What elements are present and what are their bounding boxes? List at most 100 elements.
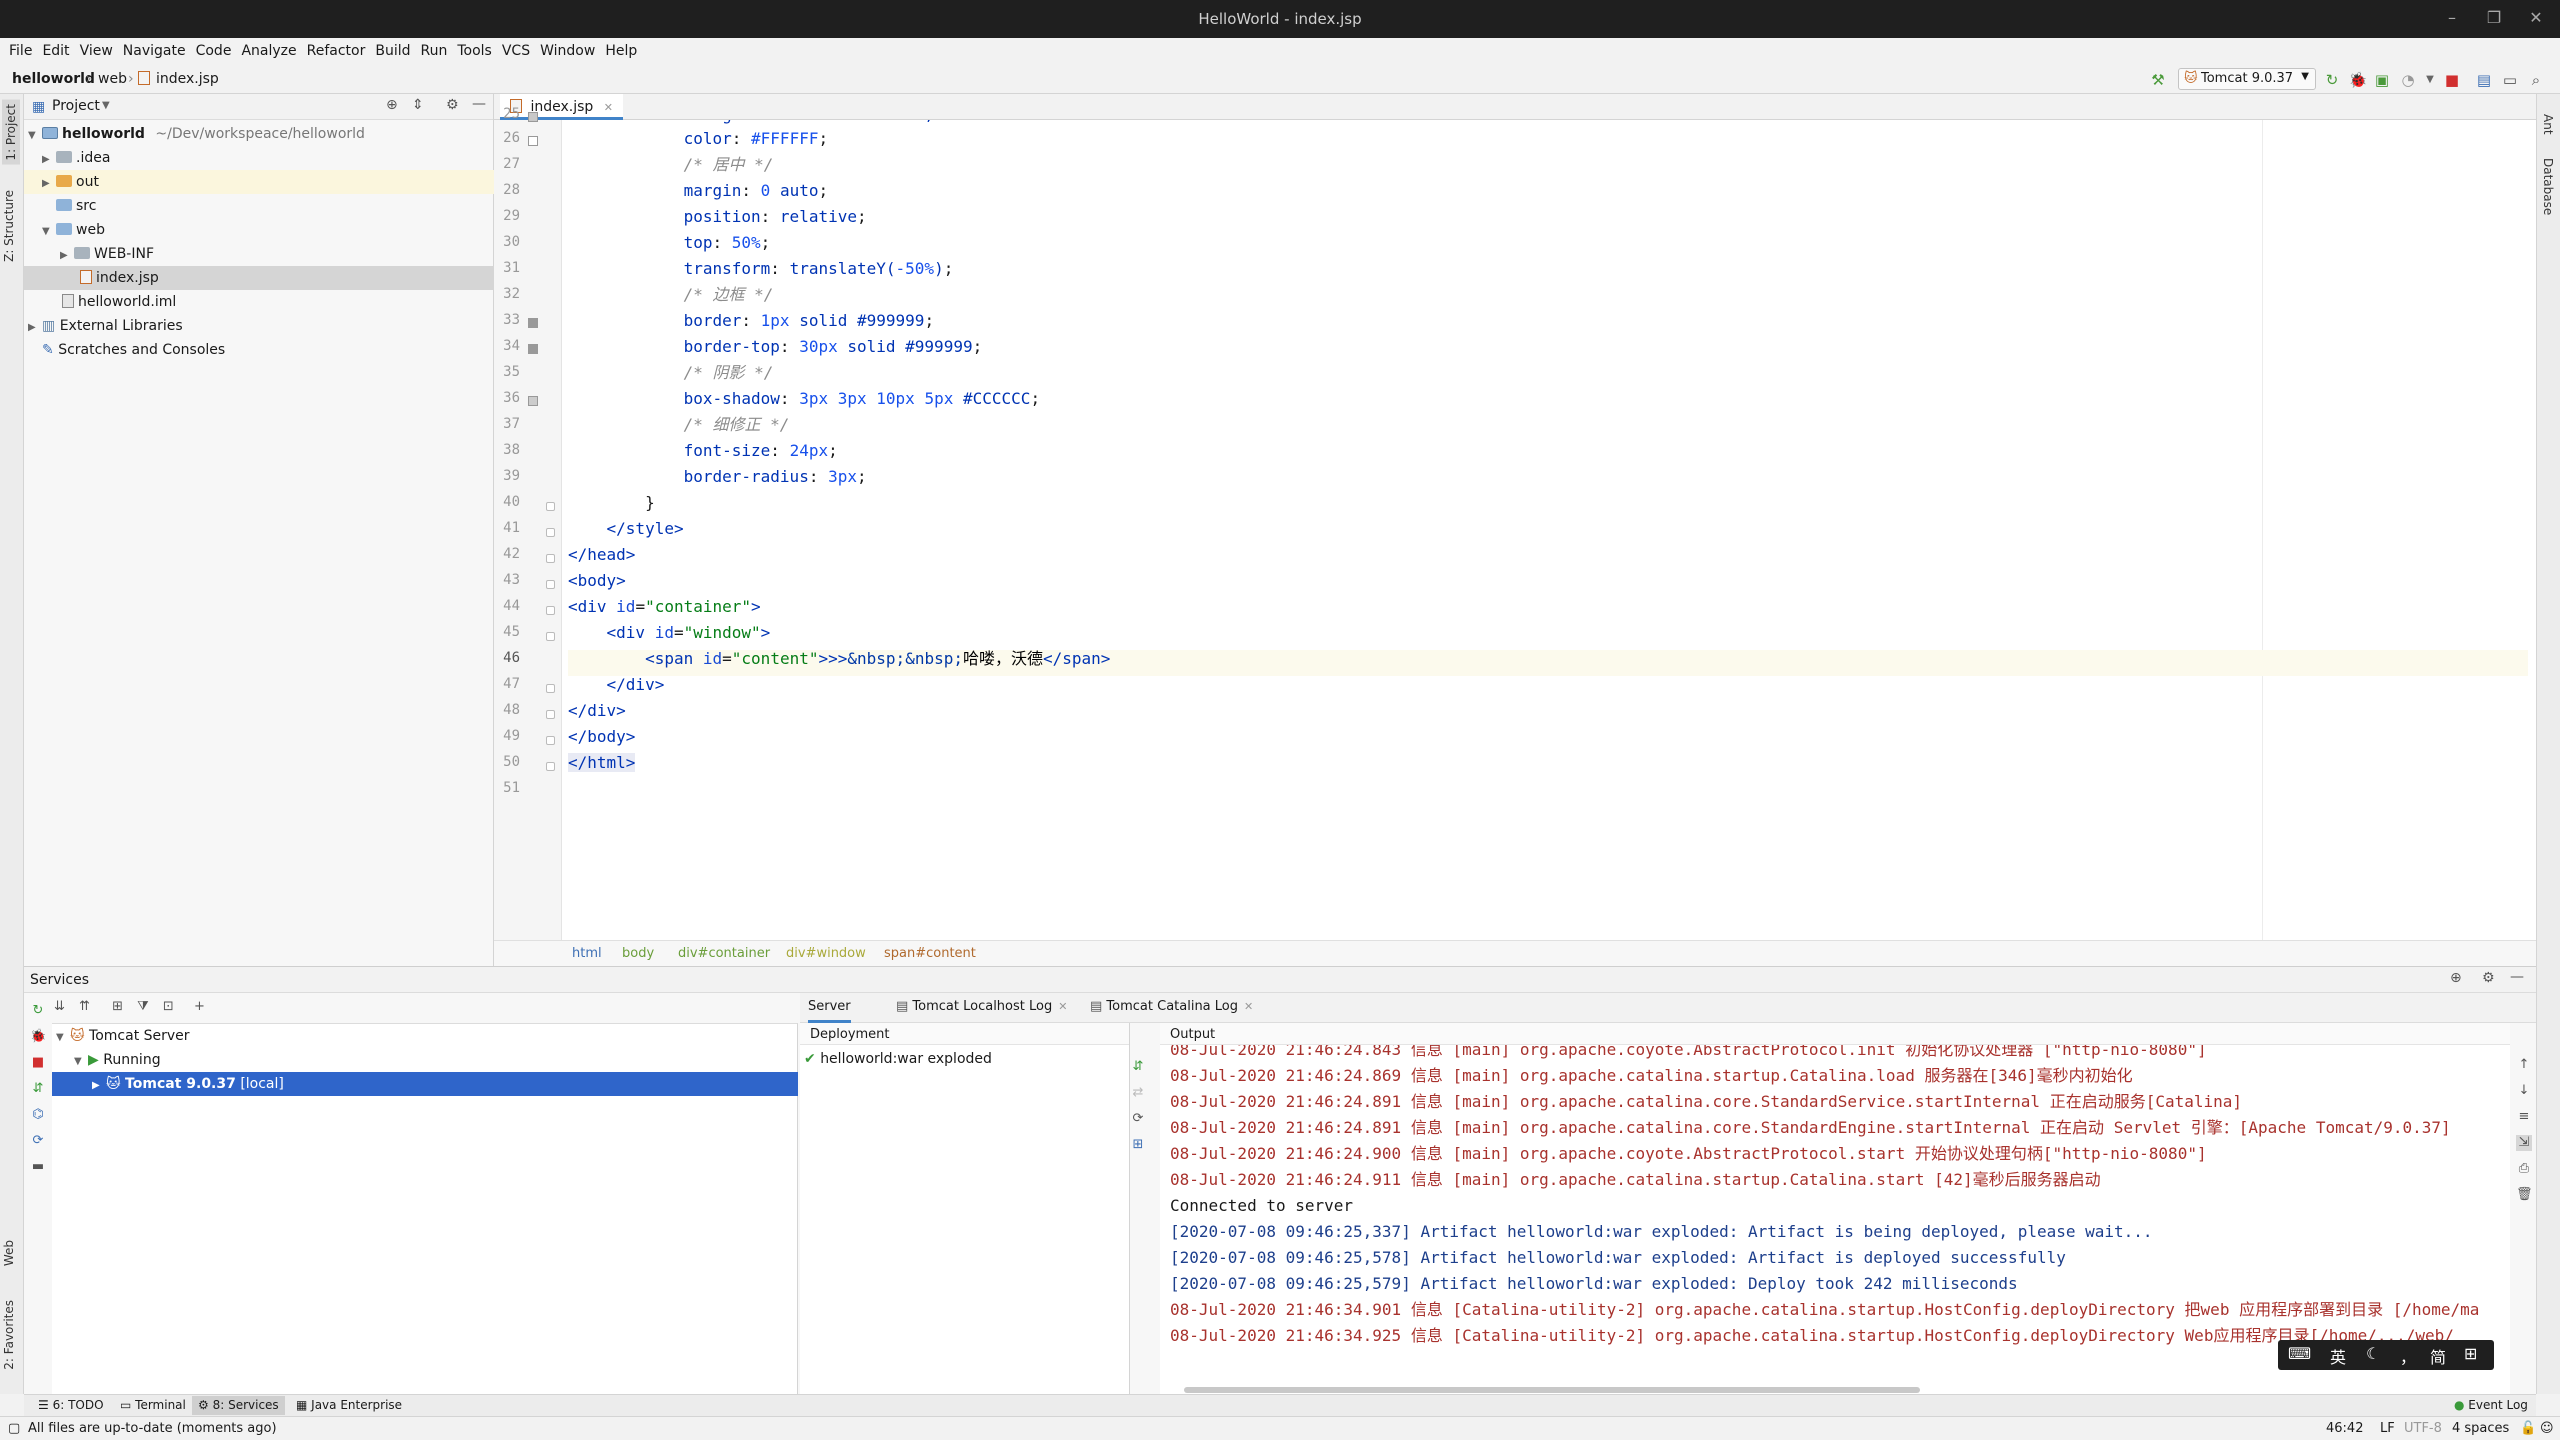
- refresh-icon[interactable]: ⟳: [1130, 1111, 1146, 1127]
- favorites-tool-tab[interactable]: 2: Favorites: [2, 1300, 16, 1370]
- fold-marker-icon[interactable]: [546, 580, 555, 589]
- project-tool-tab[interactable]: 1: Project: [2, 100, 20, 165]
- ime-simplified-toggle[interactable]: 简: [2430, 1344, 2446, 1368]
- locate-icon[interactable]: ⊕: [386, 97, 398, 113]
- scroll-to-end-icon[interactable]: ⇲: [2516, 1135, 2532, 1151]
- database-tool-tab[interactable]: Database: [2541, 158, 2555, 215]
- ime-punctuation-toggle[interactable]: ，: [2400, 1344, 2416, 1368]
- expand-all-icon[interactable]: ⇊: [54, 999, 65, 1014]
- line-separator[interactable]: LF: [2380, 1421, 2395, 1436]
- tree-item-root[interactable]: ▼ helloworld ~/Dev/workspeace/helloworld: [28, 122, 365, 146]
- refresh-icon[interactable]: ⟳: [30, 1133, 46, 1149]
- code-area[interactable]: background-color: #333333; color: #FFFFF…: [568, 120, 2528, 940]
- trash-icon[interactable]: 🗑: [2516, 1187, 2533, 1203]
- scroll-down-icon[interactable]: ↓: [2516, 1083, 2532, 1099]
- project-structure-icon[interactable]: ▤: [2474, 70, 2494, 90]
- editor-breadcrumb-content[interactable]: span#content: [884, 946, 976, 961]
- tree-item-index-jsp[interactable]: index.jsp: [24, 266, 494, 290]
- output-console[interactable]: 08-Jul-2020 21:46:24.843 信息 [main] org.a…: [1170, 1045, 2510, 1375]
- stop-icon[interactable]: ■: [2442, 70, 2462, 90]
- debug-icon[interactable]: 🐞: [2348, 70, 2368, 90]
- layout-icon[interactable]: ▭: [2500, 70, 2520, 90]
- menu-tools[interactable]: Tools: [452, 38, 497, 66]
- redeploy-icon[interactable]: ⊞: [1130, 1137, 1146, 1153]
- menu-analyze[interactable]: Analyze: [236, 38, 301, 66]
- breadcrumb-folder[interactable]: web: [98, 71, 127, 87]
- gear-icon[interactable]: ⚙: [2482, 970, 2495, 986]
- group-by-icon[interactable]: ⊞: [112, 999, 123, 1014]
- fold-marker-icon[interactable]: [546, 736, 555, 745]
- tab-server[interactable]: Server: [808, 999, 851, 1023]
- collapse-all-icon[interactable]: ⇕: [412, 97, 424, 113]
- ant-tool-tab[interactable]: Ant: [2541, 114, 2555, 135]
- tree-item-scratches[interactable]: ✎ Scratches and Consoles: [42, 338, 225, 362]
- editor-breadcrumb-container[interactable]: div#container: [678, 946, 770, 961]
- deployment-item[interactable]: ✔ helloworld:war exploded: [804, 1047, 992, 1071]
- layout-icon[interactable]: ▬: [30, 1159, 46, 1175]
- scroll-up-icon[interactable]: ↑: [2516, 1057, 2532, 1073]
- open-browser-icon[interactable]: ⌬: [30, 1107, 46, 1123]
- collapse-all-icon[interactable]: ⇈: [79, 999, 90, 1014]
- inspector-icon[interactable]: ☺: [2540, 1421, 2554, 1436]
- close-tab-icon[interactable]: ✕: [1244, 1000, 1253, 1013]
- tool-window-java-enterprise[interactable]: ▦ Java Enterprise: [290, 1398, 408, 1412]
- indent-setting[interactable]: 4 spaces: [2452, 1421, 2509, 1436]
- menu-vcs[interactable]: VCS: [497, 38, 535, 66]
- close-tab-icon[interactable]: ✕: [1058, 1000, 1067, 1013]
- grid-icon[interactable]: ⊞: [2464, 1344, 2477, 1363]
- run-configuration-select[interactable]: 🐱 Tomcat 9.0.37 ▼: [2178, 68, 2316, 90]
- tree-item-idea[interactable]: ▶ .idea: [42, 146, 110, 170]
- menu-run[interactable]: Run: [416, 38, 453, 66]
- color-swatch-icon[interactable]: [528, 112, 538, 122]
- tool-window-terminal[interactable]: ▭ Terminal: [114, 1398, 192, 1412]
- lock-icon[interactable]: 🔓: [2520, 1421, 2536, 1436]
- menu-file[interactable]: File: [4, 38, 37, 66]
- filter-icon[interactable]: ⧩: [137, 999, 149, 1014]
- minimize-icon[interactable]: –: [2440, 8, 2464, 30]
- tree-item-web[interactable]: ▼ web: [42, 218, 105, 242]
- fold-marker-icon[interactable]: [546, 710, 555, 719]
- search-icon[interactable]: ⌕: [2526, 70, 2546, 90]
- output-horizontal-scrollbar[interactable]: [1184, 1387, 1920, 1393]
- menu-navigate[interactable]: Navigate: [118, 38, 191, 66]
- rerun-icon[interactable]: ↻: [30, 1003, 46, 1019]
- moon-icon[interactable]: ☾: [2366, 1344, 2380, 1363]
- add-service-icon[interactable]: +: [194, 999, 205, 1014]
- tree-item-tomcat-instance[interactable]: ▶ 🐱 Tomcat 9.0.37 [local]: [52, 1072, 798, 1096]
- debug-icon[interactable]: 🐞: [30, 1029, 46, 1045]
- fold-marker-icon[interactable]: [546, 632, 555, 641]
- deploy-all-icon[interactable]: ⇵: [1130, 1059, 1146, 1075]
- color-swatch-icon[interactable]: [528, 136, 538, 146]
- profile-icon[interactable]: ◔: [2398, 70, 2418, 90]
- close-icon[interactable]: ✕: [2524, 8, 2548, 30]
- tool-window-todo[interactable]: ☰ 6: TODO: [32, 1398, 110, 1412]
- color-swatch-icon[interactable]: [528, 318, 538, 328]
- editor-breadcrumb-html[interactable]: html: [572, 946, 602, 961]
- menu-build[interactable]: Build: [370, 38, 415, 66]
- undeploy-icon[interactable]: ⇄: [1130, 1085, 1146, 1101]
- new-tab-icon[interactable]: ⊡: [163, 999, 174, 1014]
- hide-panel-icon[interactable]: —: [2510, 969, 2524, 985]
- tree-item-out[interactable]: ▶ out: [24, 170, 494, 194]
- tree-item-iml[interactable]: helloworld.iml: [62, 290, 176, 314]
- more-run-options-icon[interactable]: ▼: [2420, 70, 2440, 90]
- globe-icon[interactable]: ⊕: [2450, 970, 2462, 986]
- breadcrumb-file[interactable]: index.jsp: [156, 71, 219, 87]
- fold-marker-icon[interactable]: [546, 606, 555, 615]
- menu-code[interactable]: Code: [191, 38, 237, 66]
- structure-tool-tab[interactable]: Z: Structure: [2, 190, 16, 262]
- ime-language-toggle[interactable]: 英: [2330, 1344, 2346, 1368]
- menu-edit[interactable]: Edit: [37, 38, 74, 66]
- tree-item-web-inf[interactable]: ▶ WEB-INF: [60, 242, 154, 266]
- fold-marker-icon[interactable]: [546, 502, 555, 511]
- close-tab-icon[interactable]: ✕: [604, 101, 613, 114]
- tool-window-services[interactable]: ⚙ 8: Services: [192, 1396, 285, 1415]
- menu-window[interactable]: Window: [535, 38, 600, 66]
- web-tool-tab[interactable]: Web: [2, 1240, 16, 1266]
- caret-position[interactable]: 46:42: [2326, 1421, 2363, 1436]
- stop-icon[interactable]: ■: [30, 1055, 46, 1071]
- fold-marker-icon[interactable]: [546, 554, 555, 563]
- breadcrumb-project[interactable]: helloworld: [12, 71, 95, 87]
- project-view-selector[interactable]: Project: [52, 98, 100, 114]
- deploy-icon[interactable]: ⇵: [30, 1081, 46, 1097]
